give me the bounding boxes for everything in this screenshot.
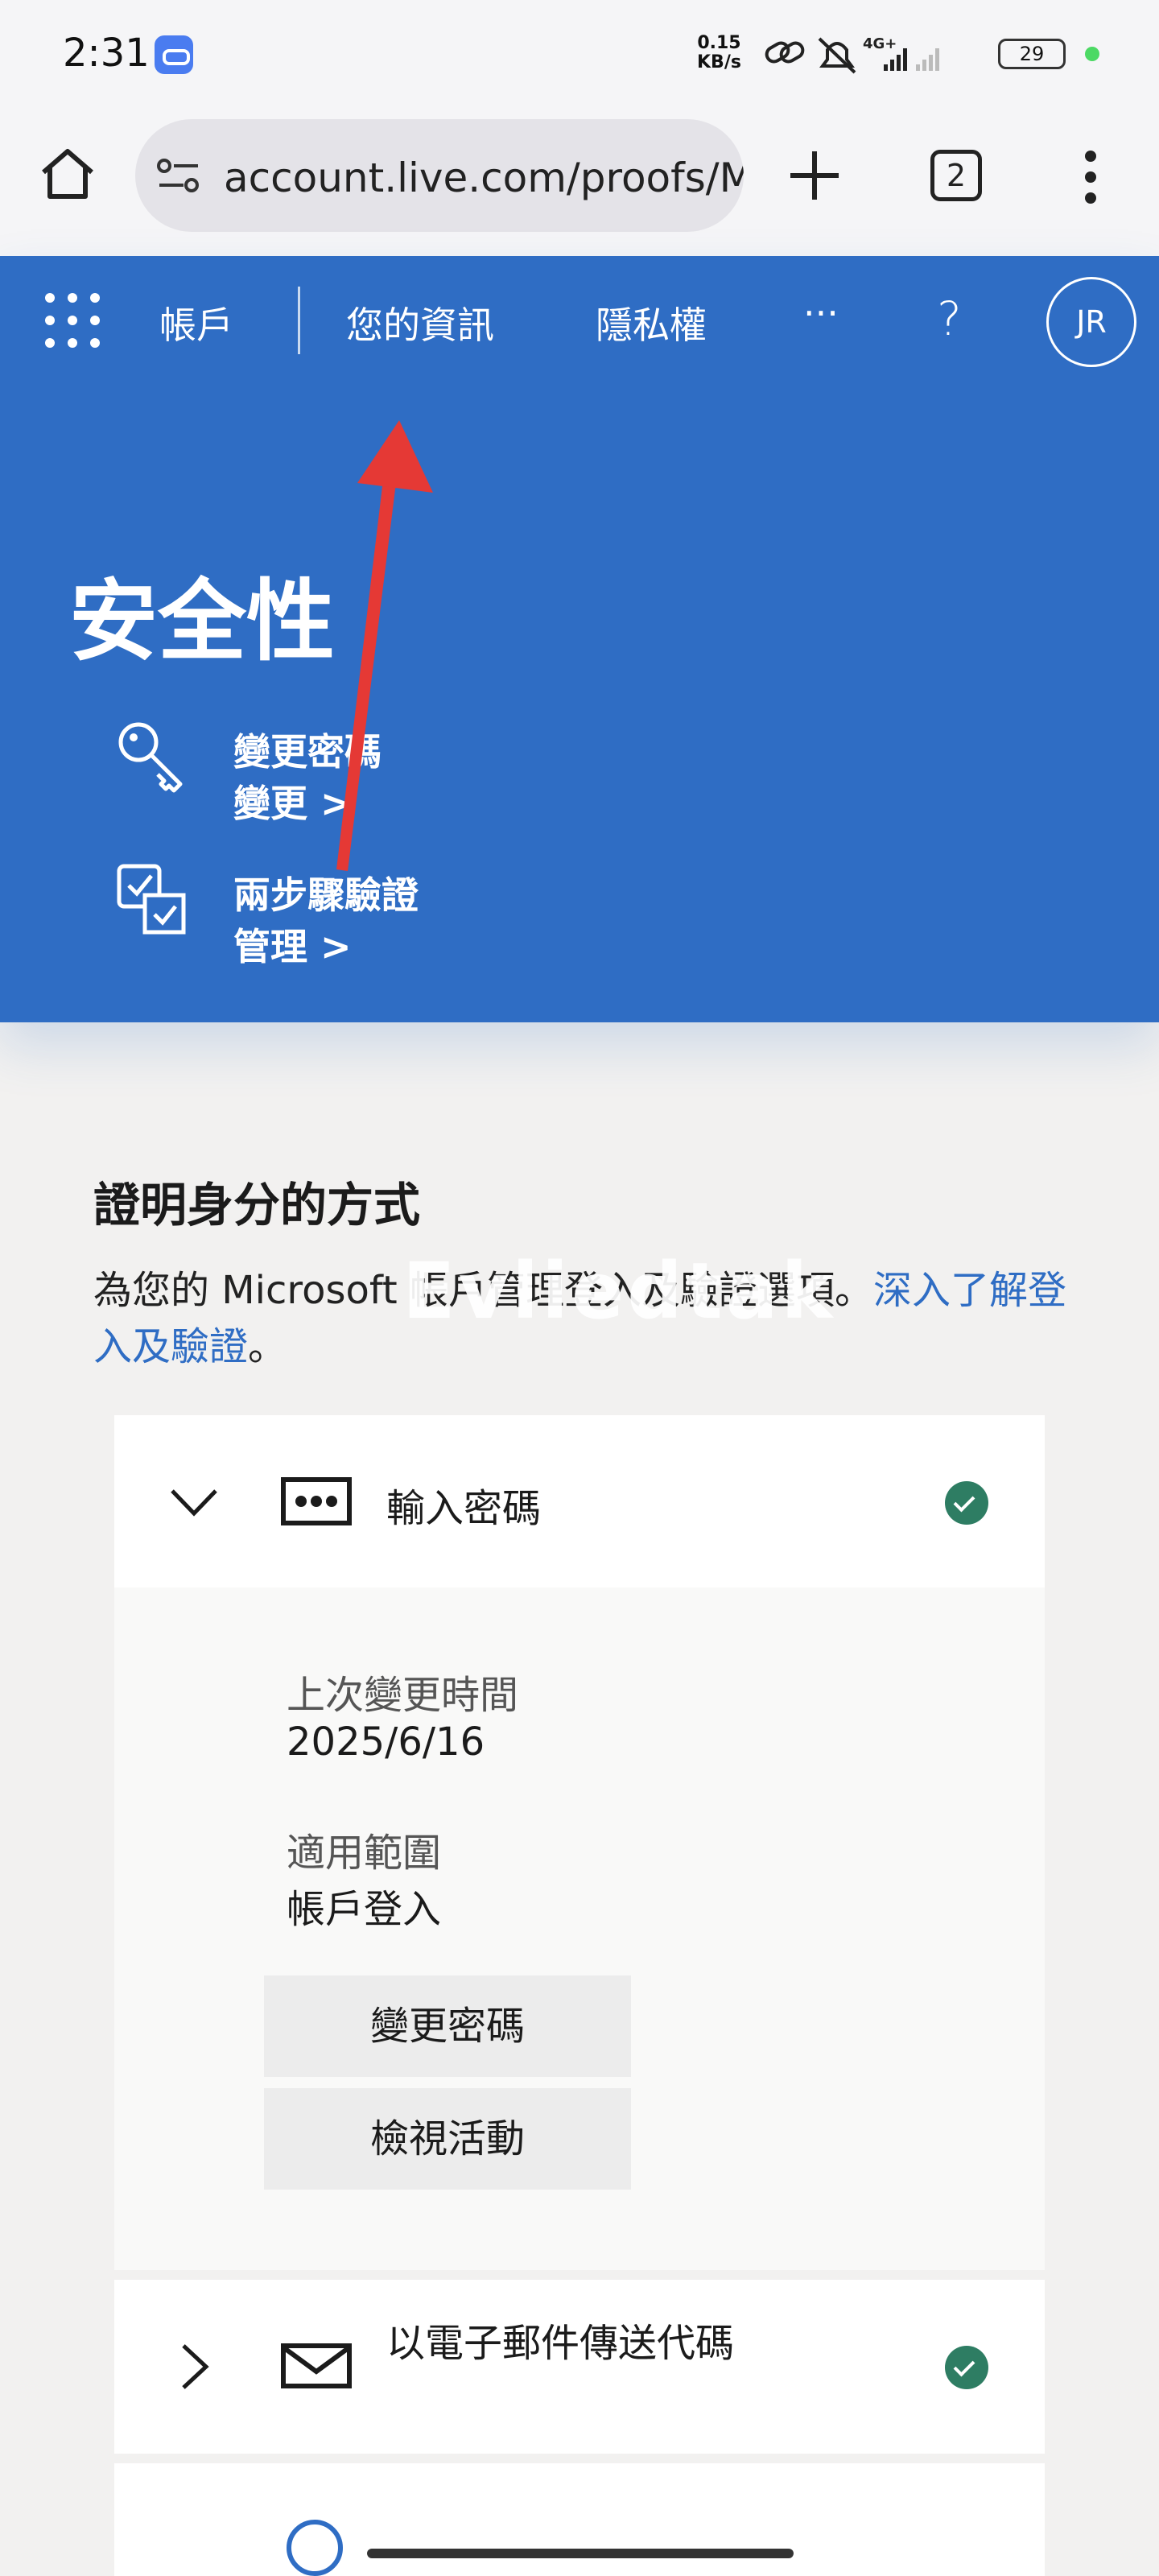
link-app-icon xyxy=(155,35,193,74)
tab-switcher-button[interactable]: 2 xyxy=(930,150,982,201)
method-icon xyxy=(287,2520,343,2576)
network-type: 4G+ xyxy=(863,35,897,52)
two-step-action[interactable]: 管理 > xyxy=(233,918,352,971)
change-password-button[interactable]: 變更密碼 xyxy=(264,1975,631,2077)
password-method-label: 輸入密碼 xyxy=(386,1486,542,1531)
help-icon[interactable]: ? xyxy=(937,291,962,346)
key-icon xyxy=(118,722,183,793)
last-changed-value: 2025/6/16 xyxy=(287,1719,485,1765)
chevron-down-icon[interactable] xyxy=(166,1478,222,1526)
security-header: 帳戶 您的資訊 隱私權 ··· ? JR 安全性 變更密碼 變更 > 兩步驟驗證… xyxy=(0,256,1159,1022)
status-bar: 2:31 0.15 KB/s 4G+ 29 xyxy=(0,0,1159,105)
avatar[interactable]: JR xyxy=(1046,277,1136,367)
scope-value: 帳戶登入 xyxy=(287,1887,442,1932)
email-code-method[interactable]: 以電子郵件傳送代碼 xyxy=(114,2280,1045,2454)
mail-icon xyxy=(281,2343,352,2388)
hotspot-link-icon xyxy=(765,41,805,64)
page-title: 安全性 xyxy=(69,570,335,673)
home-indicator xyxy=(367,2549,794,2558)
last-changed-label: 上次變更時間 xyxy=(287,1673,519,1718)
watermark: Evliedtak xyxy=(402,1246,836,1336)
url-text[interactable]: account.live.com/proofs/Manage xyxy=(224,155,744,201)
nav-your-info[interactable]: 您的資訊 xyxy=(346,296,494,349)
annotation-arrow-icon xyxy=(336,420,433,871)
password-dots-icon xyxy=(281,1477,352,1525)
overflow-menu-icon[interactable] xyxy=(1062,145,1119,209)
verified-check-icon xyxy=(945,2346,988,2389)
scope-label: 適用範圍 xyxy=(287,1831,442,1876)
checklist-icon xyxy=(117,864,186,935)
next-method-card[interactable] xyxy=(114,2463,1045,2576)
nav-account[interactable]: 帳戶 xyxy=(159,296,233,349)
privacy-dot xyxy=(1085,47,1099,61)
site-settings-icon[interactable] xyxy=(156,155,201,196)
section-title: 證明身分的方式 xyxy=(93,1178,421,1232)
email-method-label: 以電子郵件傳送代碼 xyxy=(386,2321,735,2366)
address-bar[interactable]: account.live.com/proofs/Manage xyxy=(135,119,744,232)
nav-privacy[interactable]: 隱私權 xyxy=(596,296,707,349)
network-speed: 0.15 KB/s xyxy=(697,33,741,72)
status-time: 2:31 xyxy=(63,31,150,76)
new-tab-icon[interactable] xyxy=(782,143,847,208)
browser-toolbar: account.live.com/proofs/Manage 2 xyxy=(0,105,1159,256)
nav-more-icon[interactable]: ··· xyxy=(803,291,839,335)
password-method-header[interactable]: 輸入密碼 xyxy=(114,1415,1045,1587)
nav-divider xyxy=(298,287,300,354)
battery-icon: 29 xyxy=(998,39,1066,69)
app-launcher-icon[interactable] xyxy=(43,291,101,349)
view-activity-button[interactable]: 檢視活動 xyxy=(264,2088,631,2190)
chevron-right-icon[interactable] xyxy=(166,2343,222,2391)
password-method-details: 上次變更時間 2025/6/16 適用範圍 帳戶登入 變更密碼 檢視活動 xyxy=(114,1587,1045,2270)
signal-2-icon xyxy=(916,48,939,71)
mute-bell-icon xyxy=(818,37,856,74)
home-icon[interactable] xyxy=(37,143,98,204)
verified-check-icon xyxy=(945,1481,988,1525)
